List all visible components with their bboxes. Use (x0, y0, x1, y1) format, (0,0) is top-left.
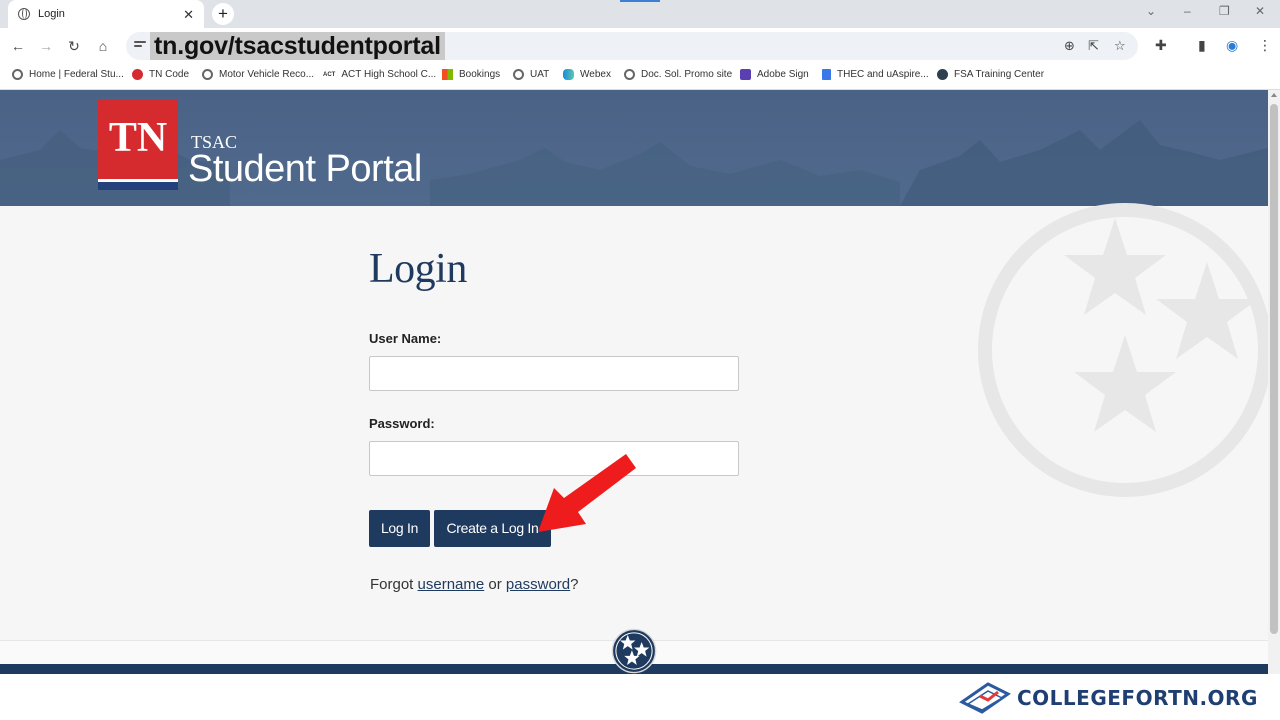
tab-search-icon[interactable]: ⌄ (1146, 4, 1156, 18)
tn-logo: TN (98, 100, 178, 190)
bookmarks-bar: Home | Federal Stu... TN Code Motor Vehi… (0, 64, 1280, 90)
bookmark-item[interactable]: ACT ACT High School C... (323, 69, 436, 80)
login-button[interactable]: Log In (369, 510, 430, 547)
address-bar[interactable]: tn.gov/tsacstudentportal ⊕ ⇱ ☆ (126, 32, 1138, 60)
login-heading: Login (369, 246, 467, 292)
adobe-sign-icon (740, 69, 751, 80)
browser-tab-strip: Login ✕ + ⌄ – ❐ ✕ (0, 0, 1280, 28)
red-arrow-annotation (538, 454, 636, 532)
bookmark-item[interactable]: UAT (513, 69, 549, 80)
forgot-prefix: Forgot (370, 576, 418, 593)
close-tab-icon[interactable]: ✕ (183, 8, 194, 21)
forward-icon[interactable]: → (36, 36, 56, 56)
globe-icon (513, 69, 524, 80)
reload-icon[interactable]: ↻ (64, 36, 84, 56)
tab-indicator (620, 0, 660, 2)
tristar-seal-icon (611, 628, 657, 674)
side-panel-icon[interactable]: ▮ (1198, 37, 1206, 54)
forgot-password-link[interactable]: password (506, 576, 570, 593)
portal-title: Student Portal (188, 148, 422, 190)
bookmark-item[interactable]: FSA Training Center (937, 69, 1044, 80)
window-close-icon[interactable]: ✕ (1255, 4, 1265, 18)
page-content: TN TSAC Student Portal Login User Name: … (0, 90, 1268, 674)
minimize-icon[interactable]: – (1184, 4, 1191, 18)
scrollbar-thumb[interactable] (1270, 104, 1278, 634)
username-input[interactable] (369, 356, 739, 391)
bookmark-item[interactable]: Adobe Sign (740, 69, 809, 80)
restore-icon[interactable]: ❐ (1219, 4, 1230, 18)
microsoft-icon (442, 69, 453, 80)
menu-icon[interactable]: ⋮ (1258, 37, 1272, 54)
url-text[interactable]: tn.gov/tsacstudentportal (150, 32, 445, 60)
password-label: Password: (369, 416, 435, 431)
home-icon[interactable]: ⌂ (93, 36, 113, 56)
globe-icon (624, 69, 635, 80)
bookmark-item[interactable]: Motor Vehicle Reco... (202, 69, 314, 80)
share-icon[interactable]: ⇱ (1088, 38, 1099, 54)
new-tab-button[interactable]: + (212, 3, 234, 25)
bookmark-item[interactable]: Home | Federal Stu... (12, 69, 124, 80)
bookmark-item[interactable]: Bookings (442, 69, 500, 80)
bookmark-item[interactable]: THEC and uAspire... (822, 69, 929, 80)
zoom-icon[interactable]: ⊕ (1064, 38, 1075, 54)
watermark-strip: COLLEGEFORTN.ORG (0, 674, 1280, 720)
browser-tab[interactable]: Login ✕ (8, 0, 204, 28)
browser-toolbar: ← → ↻ ⌂ tn.gov/tsacstudentportal ⊕ ⇱ ☆ ✚… (0, 28, 1280, 64)
bookmark-item[interactable]: Webex (563, 69, 611, 80)
globe-icon (12, 69, 23, 80)
tn-code-icon (132, 69, 143, 80)
forgot-credentials: Forgot username or password? (370, 576, 578, 593)
page-scrollbar[interactable] (1268, 90, 1280, 674)
site-settings-icon[interactable] (134, 39, 146, 51)
bookmark-item[interactable]: Doc. Sol. Promo site (624, 69, 732, 80)
webex-icon (563, 69, 574, 80)
username-label: User Name: (369, 331, 442, 346)
tab-title: Login (38, 8, 65, 20)
collegefortn-logo-icon (959, 682, 1011, 714)
act-icon: ACT (323, 71, 336, 78)
forgot-or: or (484, 576, 506, 593)
back-icon[interactable]: ← (8, 36, 28, 56)
tristar-watermark-icon (978, 203, 1268, 497)
extensions-icon[interactable]: ✚ (1155, 37, 1167, 54)
forgot-username-link[interactable]: username (418, 576, 485, 593)
watermark-text: COLLEGEFORTN.ORG (1017, 686, 1258, 710)
fsa-icon (937, 69, 948, 80)
bookmark-star-icon[interactable]: ☆ (1114, 38, 1126, 54)
profile-avatar-icon[interactable]: ◉ (1226, 37, 1238, 54)
globe-icon (202, 69, 213, 80)
portal-banner: TN TSAC Student Portal (0, 90, 1268, 206)
forgot-suffix: ? (570, 576, 579, 593)
bookmark-item[interactable]: TN Code (132, 69, 189, 80)
globe-icon (18, 8, 30, 20)
doc-icon (822, 69, 831, 80)
